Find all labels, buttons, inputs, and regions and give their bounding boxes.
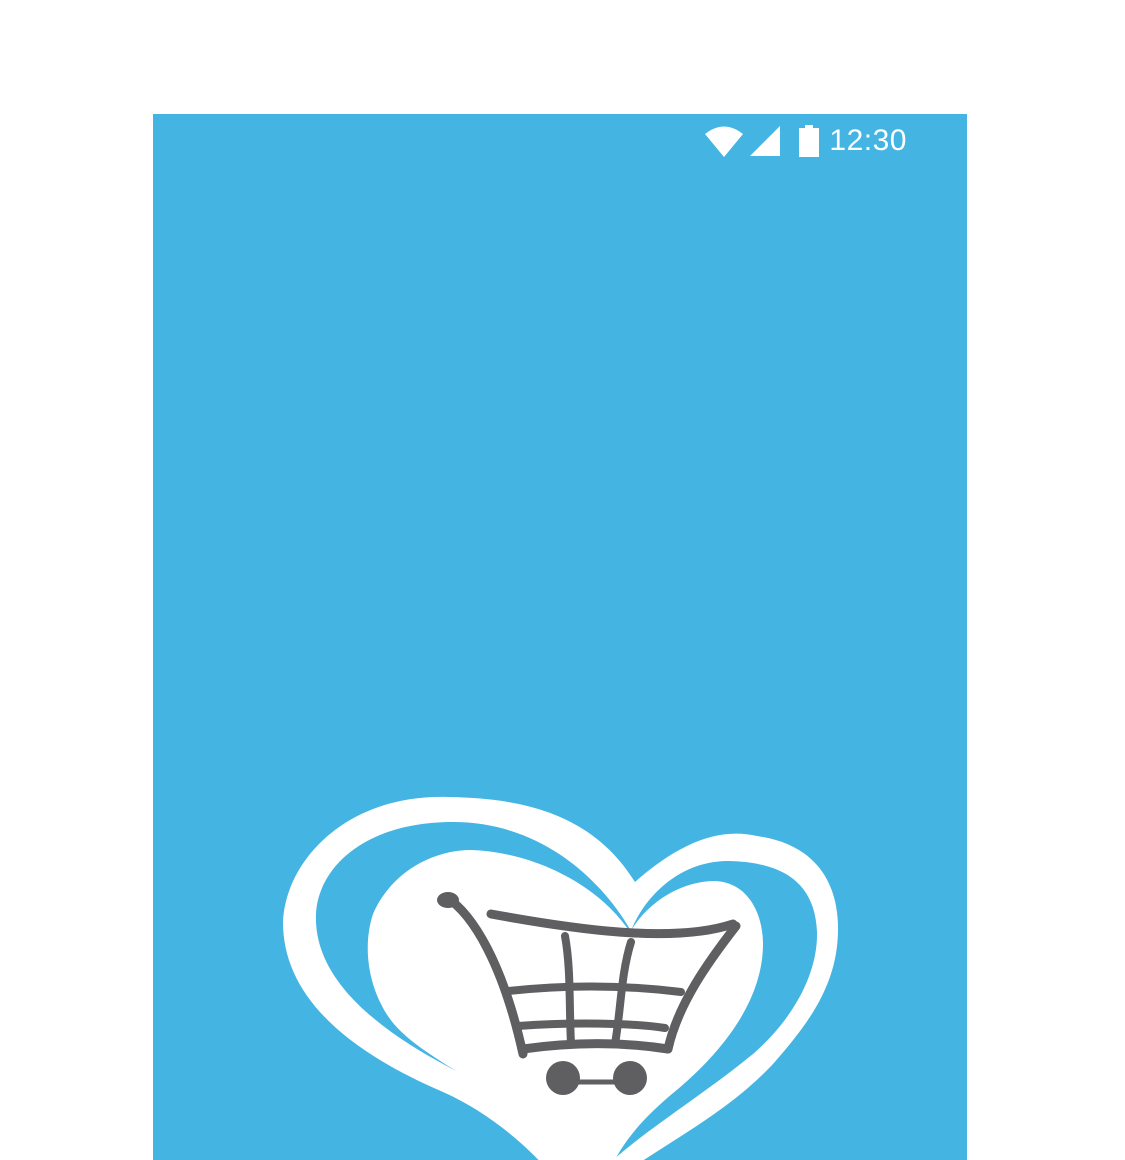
splash-screen: 12:30	[153, 114, 967, 1160]
heart-cart-logo	[283, 796, 839, 1160]
heart-outline	[283, 796, 839, 1160]
